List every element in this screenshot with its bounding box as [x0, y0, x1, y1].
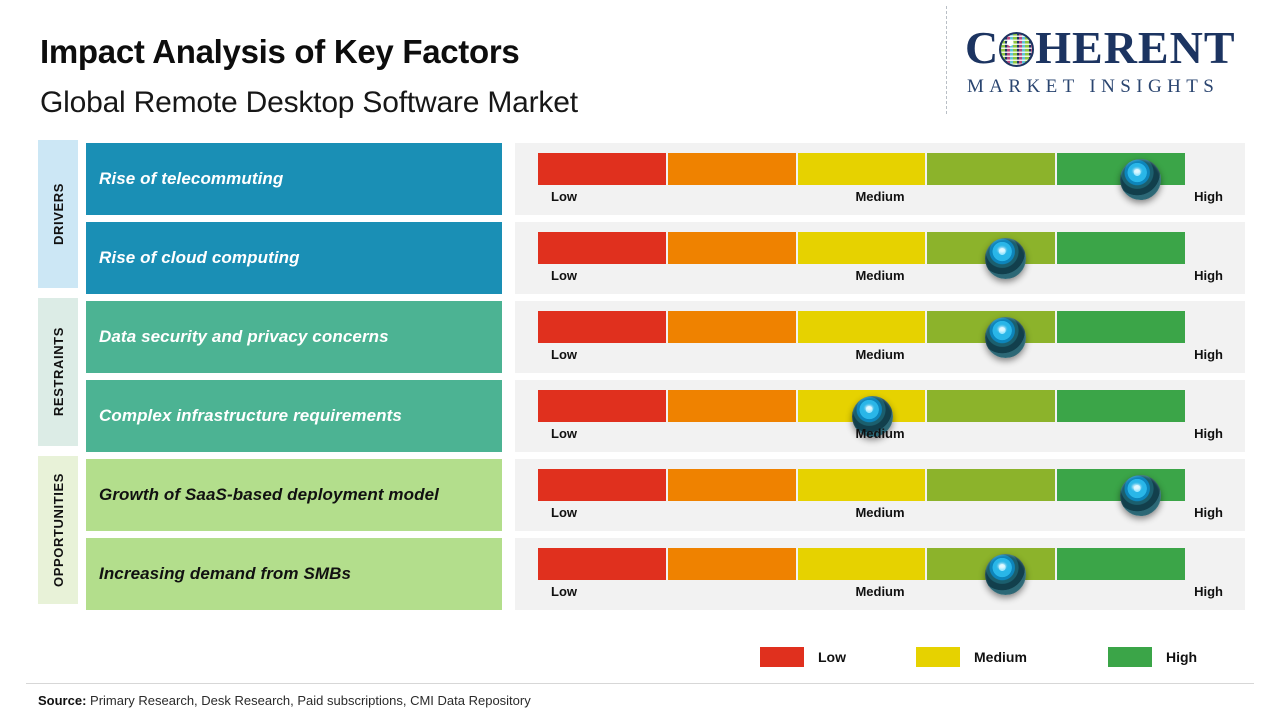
footer-divider [26, 683, 1254, 684]
gauge-segment-1 [538, 390, 666, 422]
factor-label: Rise of cloud computing [86, 222, 502, 294]
gauge-track [538, 469, 1187, 516]
gauge-label-medium: Medium [855, 268, 905, 283]
legend-item-low: Low [760, 645, 846, 669]
impact-gauge[interactable]: Low Medium High [515, 380, 1245, 452]
globe-dot-icon [999, 32, 1035, 67]
legend-swatch-high [1108, 647, 1152, 667]
gauge-segment-5 [1057, 311, 1185, 343]
impact-gauge[interactable]: Low Medium High [515, 538, 1245, 610]
gauge-segment-5 [1057, 232, 1185, 264]
gauge-label-high: High [1194, 426, 1223, 441]
gauge-track [538, 548, 1187, 595]
gauge-label-high: High [1194, 505, 1223, 520]
logo-word-rest: HERENT [1035, 22, 1236, 73]
gauge-segment-3 [797, 469, 926, 501]
gauge-track [538, 153, 1187, 200]
gauge-label-medium: Medium [855, 584, 905, 599]
gauge-segment-4 [927, 153, 1056, 185]
impact-gauge[interactable]: Low Medium High [515, 301, 1245, 373]
page-title: Impact Analysis of Key Factors [40, 33, 520, 70]
legend-swatch-low [760, 647, 804, 667]
gauge-segment-1 [538, 232, 666, 264]
page-subtitle: Global Remote Desktop Software Market [40, 86, 578, 119]
legend-swatch-medium [916, 647, 960, 667]
legend-item-medium: Medium [916, 645, 1027, 669]
gauge-segment-3 [797, 153, 926, 185]
gauge-label-high: High [1194, 584, 1223, 599]
gauge-segment-2 [667, 548, 796, 580]
gauge-label-medium: Medium [855, 347, 905, 362]
source-note: Source: Primary Research, Desk Research,… [38, 693, 531, 708]
source-text: Primary Research, Desk Research, Paid su… [86, 693, 531, 708]
impact-gauge[interactable]: Low Medium High [515, 143, 1245, 215]
legend-label-high: High [1166, 649, 1198, 665]
gauge-label-high: High [1194, 347, 1223, 362]
impact-gauge[interactable]: Low Medium High [515, 222, 1245, 294]
gauge-segment-3 [797, 232, 926, 264]
legend-label-low: Low [818, 649, 846, 665]
gauge-segment-2 [667, 469, 796, 501]
logo-divider [946, 6, 947, 114]
gauge-label-high: High [1194, 268, 1223, 283]
factor-row[interactable]: Rise of telecommuting Low Medium High [0, 143, 1280, 215]
page-header: Impact Analysis of Key Factors Global Re… [0, 0, 1280, 130]
gauge-segment-2 [667, 390, 796, 422]
gauge-segment-2 [667, 232, 796, 264]
gauge-segment-2 [667, 311, 796, 343]
logo-tagline: MARKET INSIGHTS [967, 76, 1220, 97]
factor-label: Data security and privacy concerns [86, 301, 502, 373]
gauge-segment-1 [538, 153, 666, 185]
brand-logo: C HERENT MARKET INSIGHTS [965, 22, 1265, 110]
gauge-track [538, 311, 1187, 358]
impact-matrix: DRIVERS RESTRAINTS OPPORTUNITIES Rise of… [0, 140, 1280, 610]
factor-label: Increasing demand from SMBs [86, 538, 502, 610]
factor-row[interactable]: Growth of SaaS-based deployment model Lo… [0, 459, 1280, 531]
factor-row[interactable]: Increasing demand from SMBs Low Medium H… [0, 538, 1280, 610]
gauge-label-medium: Medium [855, 189, 905, 204]
factor-label: Growth of SaaS-based deployment model [86, 459, 502, 531]
factor-row[interactable]: Data security and privacy concerns Low M… [0, 301, 1280, 373]
gauge-segment-4 [927, 390, 1056, 422]
gauge-segment-3 [797, 311, 926, 343]
factor-label: Rise of telecommuting [86, 143, 502, 215]
gauge-segment-5 [1057, 548, 1185, 580]
factor-label: Complex infrastructure requirements [86, 380, 502, 452]
gauge-segment-1 [538, 311, 666, 343]
legend: Low Medium High [760, 645, 1210, 669]
gauge-segment-5 [1057, 390, 1185, 422]
impact-gauge[interactable]: Low Medium High [515, 459, 1245, 531]
gauge-segment-2 [667, 153, 796, 185]
gauge-track [538, 390, 1187, 437]
logo-wordmark: C HERENT [965, 22, 1265, 74]
gauge-segment-4 [927, 469, 1056, 501]
gauge-label-medium: Medium [855, 426, 905, 441]
gauge-segment-1 [538, 469, 666, 501]
gauge-label-medium: Medium [855, 505, 905, 520]
legend-item-high: High [1108, 645, 1197, 669]
source-label: Source: [38, 693, 87, 708]
gauge-track [538, 232, 1187, 279]
logo-letter-c: C [965, 22, 999, 73]
factor-row[interactable]: Complex infrastructure requirements Low … [0, 380, 1280, 452]
gauge-label-high: High [1194, 189, 1223, 204]
factor-row[interactable]: Rise of cloud computing Low Medium High [0, 222, 1280, 294]
legend-label-medium: Medium [974, 649, 1027, 665]
gauge-segment-3 [797, 548, 926, 580]
gauge-segment-1 [538, 548, 666, 580]
